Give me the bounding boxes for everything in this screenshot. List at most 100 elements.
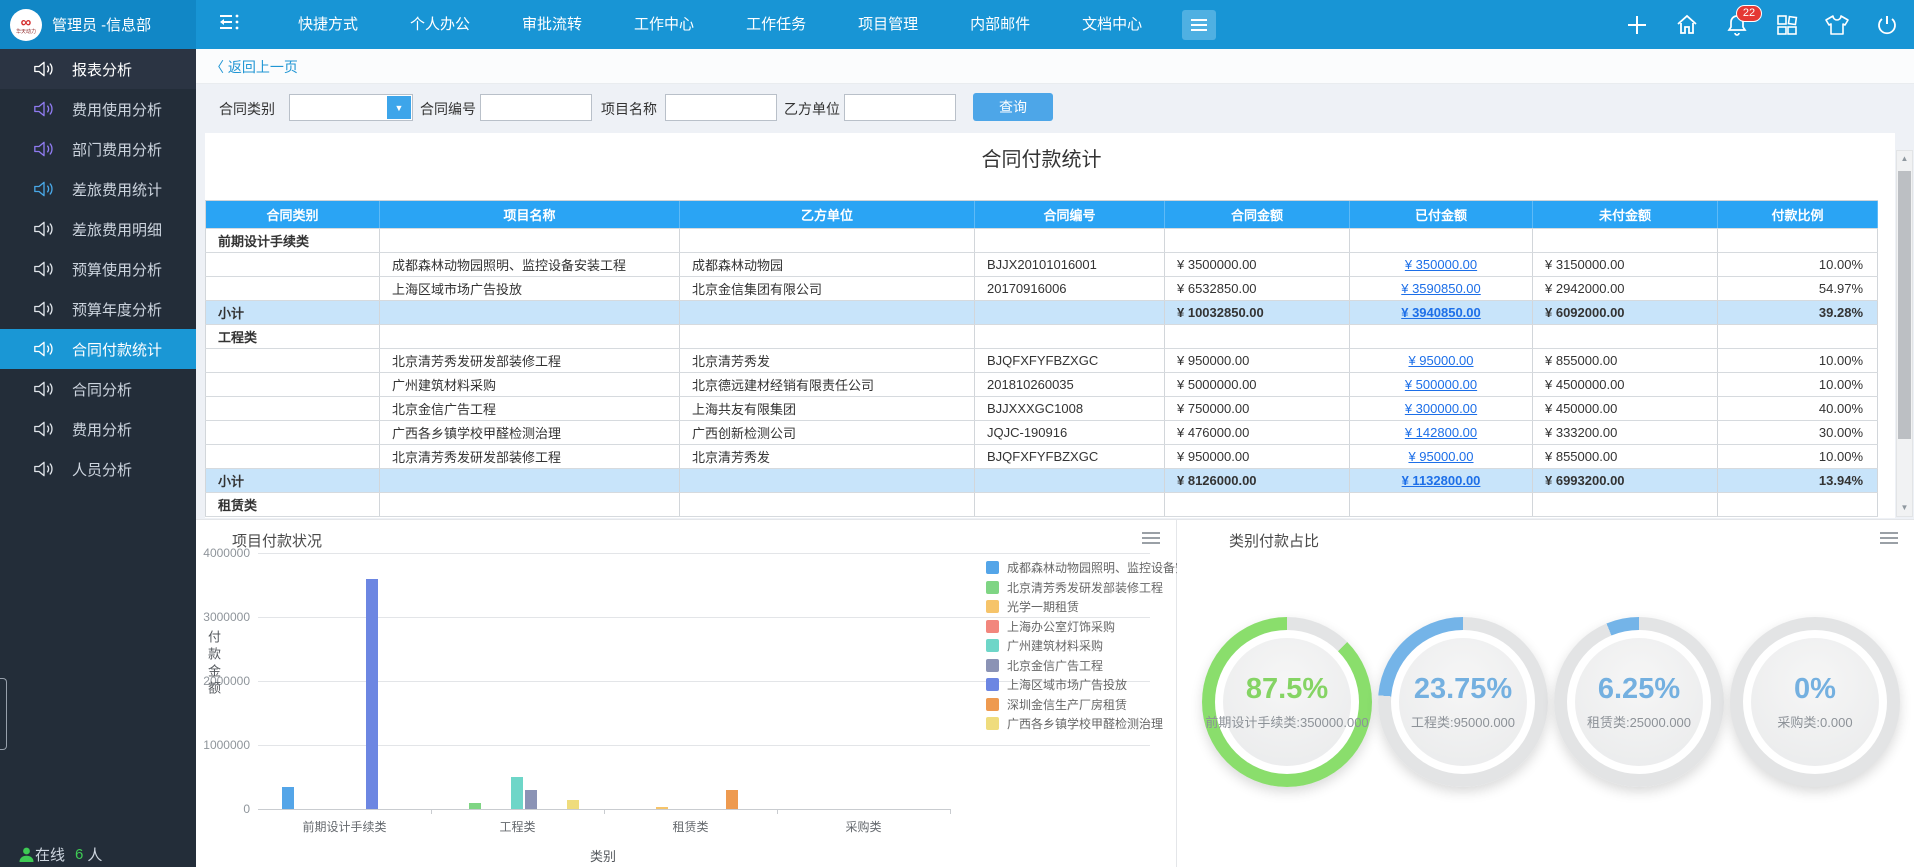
bar-工程类-series-5[interactable] [525, 790, 537, 809]
paid-cell: ¥ 142800.00 [1350, 421, 1533, 444]
legend-item-4[interactable]: 广州建筑材料采购 [986, 638, 1103, 653]
paid-amount-link[interactable]: ¥ 3590850.00 [1401, 281, 1481, 296]
donut-gauge-3[interactable]: 0%采购类:0.000 [1730, 617, 1900, 787]
paid-amount-link[interactable]: ¥ 350000.00 [1405, 257, 1477, 272]
filter-input-1[interactable] [480, 94, 592, 121]
bar-前期设计手续类-series-6[interactable] [366, 579, 378, 809]
subtotal-unpaid-cell: ¥ 6993200.00 [1533, 469, 1718, 492]
legend-item-8[interactable]: 广西各乡镇学校甲醛检测治理 [986, 716, 1163, 731]
paid-amount-link[interactable]: ¥ 142800.00 [1405, 425, 1477, 440]
sidebar-item-9[interactable]: 费用分析 [0, 409, 196, 449]
table-cell [1350, 493, 1533, 516]
party-cell: 成都森林动物园 [680, 253, 975, 276]
nav-item-1[interactable]: 个人办公 [384, 0, 496, 49]
ratio-cell: 10.00% [1718, 253, 1878, 276]
nav-item-6[interactable]: 内部邮件 [944, 0, 1056, 49]
nav-item-0[interactable]: 快捷方式 [272, 0, 384, 49]
unpaid-cell: ¥ 2942000.00 [1533, 277, 1718, 300]
legend-item-1[interactable]: 北京清芳秀发研发部装修工程 [986, 580, 1163, 595]
legend-item-3[interactable]: 上海办公室灯饰采购 [986, 619, 1115, 634]
x-category-label: 前期设计手续类 [258, 818, 431, 835]
sidebar-drawer-handle[interactable] [0, 678, 7, 750]
bar-租赁类-series-2[interactable] [656, 807, 668, 809]
paid-amount-link[interactable]: ¥ 95000.00 [1408, 353, 1473, 368]
filter-input-2[interactable] [665, 94, 777, 121]
bar-工程类-series-8[interactable] [567, 800, 579, 809]
home-icon[interactable] [1674, 12, 1700, 38]
logout-power-icon[interactable] [1874, 12, 1900, 38]
apps-grid-icon[interactable] [1774, 12, 1800, 38]
party-cell: 北京金信集团有限公司 [680, 277, 975, 300]
table-cell [1533, 229, 1718, 252]
project-name-cell: 上海区域市场广告投放 [380, 277, 680, 300]
nav-item-2[interactable]: 审批流转 [496, 0, 608, 49]
back-link[interactable]: 〈 返回上一页 [210, 57, 298, 77]
nav-item-4[interactable]: 工作任务 [720, 0, 832, 49]
paid-amount-link[interactable]: ¥ 1132800.00 [1402, 473, 1481, 488]
query-button[interactable]: 查询 [973, 93, 1053, 121]
party-cell: 北京清芳秀发 [680, 349, 975, 372]
paid-amount-link[interactable]: ¥ 95000.00 [1408, 449, 1473, 464]
bar-前期设计手续类-series-0[interactable] [282, 787, 294, 809]
nav-item-5[interactable]: 项目管理 [832, 0, 944, 49]
nav-item-7[interactable]: 文档中心 [1056, 0, 1168, 49]
y-axis-tick: 1000000 [198, 738, 250, 752]
bar-工程类-series-1[interactable] [469, 803, 481, 809]
nav-item-3[interactable]: 工作中心 [608, 0, 720, 49]
legend-item-2[interactable]: 光学一期租赁 [986, 599, 1079, 614]
sidebar-item-8[interactable]: 合同分析 [0, 369, 196, 409]
legend-item-5[interactable]: 北京金信广告工程 [986, 658, 1103, 673]
legend-swatch [986, 639, 999, 652]
sidebar-item-7[interactable]: 合同付款统计 [0, 329, 196, 369]
bar-工程类-series-4[interactable] [511, 777, 523, 809]
contract-code-cell: BJJXXXGC1008 [975, 397, 1165, 420]
speaker-icon [34, 221, 54, 237]
unpaid-cell: ¥ 3150000.00 [1533, 253, 1718, 276]
party-cell: 上海共友有限集团 [680, 397, 975, 420]
paid-amount-link[interactable]: ¥ 300000.00 [1405, 401, 1477, 416]
donut-chart-menu-icon[interactable] [1880, 532, 1898, 544]
add-icon[interactable] [1624, 12, 1650, 38]
table-cell [1350, 229, 1533, 252]
table-scrollbar[interactable]: ▲ ▼ [1896, 150, 1913, 517]
menu-collapse-icon[interactable] [218, 12, 242, 37]
contract-type-select[interactable]: ▼ [289, 94, 413, 121]
sidebar-item-4[interactable]: 差旅费用明细 [0, 209, 196, 249]
sidebar-item-5[interactable]: 预算使用分析 [0, 249, 196, 289]
table-cell [975, 301, 1165, 324]
contract-payment-table: 合同类别项目名称乙方单位合同编号合同金额已付金额未付金额付款比例前期设计手续类成… [205, 200, 1878, 517]
column-header-0: 合同类别 [205, 201, 380, 228]
notifications-bell-icon[interactable]: 22 [1724, 12, 1750, 38]
sidebar-item-0[interactable]: 报表分析 [0, 49, 196, 89]
ratio-cell: 30.00% [1718, 421, 1878, 444]
table-cell [380, 493, 680, 516]
table-cell [205, 373, 380, 396]
chevron-down-icon[interactable]: ▼ [387, 96, 411, 119]
paid-amount-link[interactable]: ¥ 3940850.00 [1401, 305, 1481, 320]
filter-input-3[interactable] [844, 94, 956, 121]
nav-more-button[interactable] [1182, 10, 1216, 40]
donut-percent: 0% [1794, 673, 1836, 706]
contract-code-cell: BJQFXFYFBZXGC [975, 349, 1165, 372]
paid-amount-link[interactable]: ¥ 500000.00 [1405, 377, 1477, 392]
sidebar-item-10[interactable]: 人员分析 [0, 449, 196, 489]
bar-租赁类-series-7[interactable] [726, 790, 738, 809]
scroll-down-icon[interactable]: ▼ [1897, 500, 1912, 516]
project-name-cell: 广西各乡镇学校甲醛检测治理 [380, 421, 680, 444]
subtotal-amount-cell: ¥ 10032850.00 [1165, 301, 1350, 324]
bar-chart-menu-icon[interactable] [1142, 532, 1160, 544]
sidebar-item-2[interactable]: 部门费用分析 [0, 129, 196, 169]
sidebar-item-6[interactable]: 预算年度分析 [0, 289, 196, 329]
legend-item-6[interactable]: 上海区域市场广告投放 [986, 677, 1127, 692]
legend-item-7[interactable]: 深圳金信生产厂房租赁 [986, 697, 1127, 712]
sidebar-item-1[interactable]: 费用使用分析 [0, 89, 196, 129]
theme-shirt-icon[interactable] [1824, 12, 1850, 38]
donut-gauge-2[interactable]: 6.25%租赁类:25000.000 [1554, 617, 1724, 787]
sidebar-item-label: 报表分析 [72, 59, 132, 80]
scrollbar-thumb[interactable] [1898, 171, 1911, 439]
scroll-up-icon[interactable]: ▲ [1897, 151, 1912, 167]
donut-gauge-1[interactable]: 23.75%工程类:95000.000 [1378, 617, 1548, 787]
sidebar-item-3[interactable]: 差旅费用统计 [0, 169, 196, 209]
donut-core: 23.75%工程类:95000.000 [1399, 638, 1527, 766]
donut-gauge-0[interactable]: 87.5%前期设计手续类:350000.000 [1202, 617, 1372, 787]
